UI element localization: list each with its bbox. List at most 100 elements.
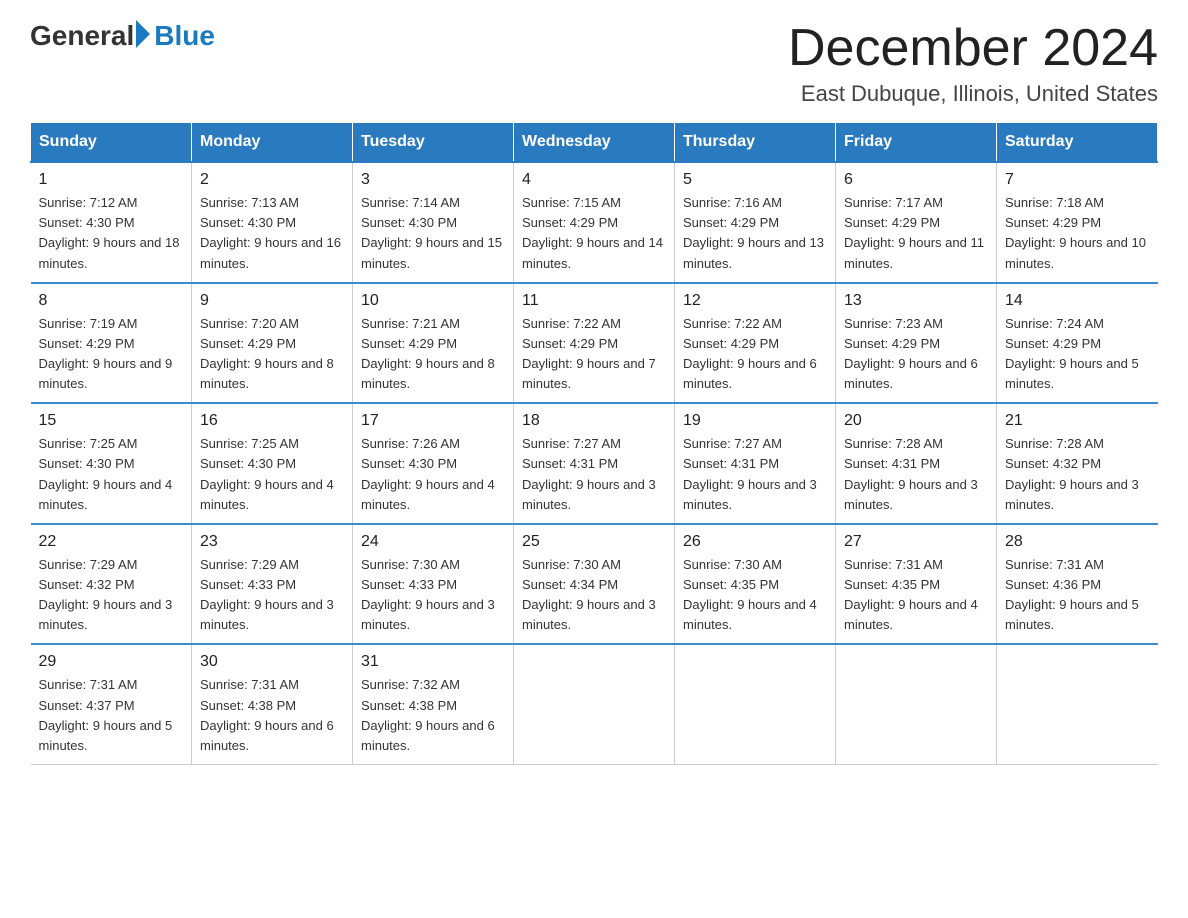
calendar-cell: 25 Sunrise: 7:30 AM Sunset: 4:34 PM Dayl… bbox=[514, 524, 675, 645]
calendar-table: Sunday Monday Tuesday Wednesday Thursday… bbox=[30, 122, 1158, 765]
sunset-label: Sunset: 4:29 PM bbox=[1005, 336, 1101, 351]
day-number: 6 bbox=[844, 171, 988, 189]
calendar-cell: 13 Sunrise: 7:23 AM Sunset: 4:29 PM Dayl… bbox=[836, 283, 997, 404]
calendar-cell: 3 Sunrise: 7:14 AM Sunset: 4:30 PM Dayli… bbox=[353, 162, 514, 283]
calendar-cell: 5 Sunrise: 7:16 AM Sunset: 4:29 PM Dayli… bbox=[675, 162, 836, 283]
sunset-label: Sunset: 4:29 PM bbox=[200, 336, 296, 351]
calendar-cell: 24 Sunrise: 7:30 AM Sunset: 4:33 PM Dayl… bbox=[353, 524, 514, 645]
calendar-cell: 27 Sunrise: 7:31 AM Sunset: 4:35 PM Dayl… bbox=[836, 524, 997, 645]
sunrise-label: Sunrise: 7:25 AM bbox=[200, 436, 299, 451]
day-number: 5 bbox=[683, 171, 827, 189]
sunrise-label: Sunrise: 7:16 AM bbox=[683, 195, 782, 210]
daylight-label: Daylight: 9 hours and 13 minutes. bbox=[683, 235, 824, 270]
sunrise-label: Sunrise: 7:31 AM bbox=[844, 557, 943, 572]
calendar-cell bbox=[997, 644, 1158, 764]
sunrise-label: Sunrise: 7:32 AM bbox=[361, 677, 460, 692]
calendar-cell: 19 Sunrise: 7:27 AM Sunset: 4:31 PM Dayl… bbox=[675, 403, 836, 524]
calendar-cell: 28 Sunrise: 7:31 AM Sunset: 4:36 PM Dayl… bbox=[997, 524, 1158, 645]
daylight-label: Daylight: 9 hours and 8 minutes. bbox=[200, 356, 334, 391]
calendar-cell: 29 Sunrise: 7:31 AM Sunset: 4:37 PM Dayl… bbox=[31, 644, 192, 764]
calendar-cell: 17 Sunrise: 7:26 AM Sunset: 4:30 PM Dayl… bbox=[353, 403, 514, 524]
day-info: Sunrise: 7:25 AM Sunset: 4:30 PM Dayligh… bbox=[200, 434, 344, 515]
sunrise-label: Sunrise: 7:19 AM bbox=[39, 316, 138, 331]
day-info: Sunrise: 7:27 AM Sunset: 4:31 PM Dayligh… bbox=[683, 434, 827, 515]
sunrise-label: Sunrise: 7:30 AM bbox=[522, 557, 621, 572]
sunset-label: Sunset: 4:30 PM bbox=[361, 215, 457, 230]
sunset-label: Sunset: 4:31 PM bbox=[522, 456, 618, 471]
calendar-cell: 6 Sunrise: 7:17 AM Sunset: 4:29 PM Dayli… bbox=[836, 162, 997, 283]
calendar-week-row: 29 Sunrise: 7:31 AM Sunset: 4:37 PM Dayl… bbox=[31, 644, 1158, 764]
day-number: 7 bbox=[1005, 171, 1150, 189]
day-number: 1 bbox=[39, 171, 184, 189]
sunrise-label: Sunrise: 7:21 AM bbox=[361, 316, 460, 331]
daylight-label: Daylight: 9 hours and 5 minutes. bbox=[39, 718, 173, 753]
daylight-label: Daylight: 9 hours and 3 minutes. bbox=[200, 597, 334, 632]
sunset-label: Sunset: 4:35 PM bbox=[683, 577, 779, 592]
calendar-cell: 14 Sunrise: 7:24 AM Sunset: 4:29 PM Dayl… bbox=[997, 283, 1158, 404]
month-title: December 2024 bbox=[788, 20, 1158, 77]
calendar-cell bbox=[836, 644, 997, 764]
weekday-header-row: Sunday Monday Tuesday Wednesday Thursday… bbox=[31, 123, 1158, 163]
sunset-label: Sunset: 4:30 PM bbox=[200, 456, 296, 471]
sunset-label: Sunset: 4:30 PM bbox=[200, 215, 296, 230]
sunrise-label: Sunrise: 7:18 AM bbox=[1005, 195, 1104, 210]
day-number: 19 bbox=[683, 412, 827, 430]
day-info: Sunrise: 7:18 AM Sunset: 4:29 PM Dayligh… bbox=[1005, 193, 1150, 274]
sunset-label: Sunset: 4:33 PM bbox=[200, 577, 296, 592]
calendar-cell: 10 Sunrise: 7:21 AM Sunset: 4:29 PM Dayl… bbox=[353, 283, 514, 404]
day-number: 9 bbox=[200, 292, 344, 310]
calendar-cell: 2 Sunrise: 7:13 AM Sunset: 4:30 PM Dayli… bbox=[192, 162, 353, 283]
header-sunday: Sunday bbox=[31, 123, 192, 163]
header-saturday: Saturday bbox=[997, 123, 1158, 163]
day-info: Sunrise: 7:28 AM Sunset: 4:31 PM Dayligh… bbox=[844, 434, 988, 515]
sunset-label: Sunset: 4:31 PM bbox=[844, 456, 940, 471]
location-title: East Dubuque, Illinois, United States bbox=[788, 81, 1158, 107]
daylight-label: Daylight: 9 hours and 3 minutes. bbox=[522, 477, 656, 512]
sunset-label: Sunset: 4:29 PM bbox=[522, 336, 618, 351]
daylight-label: Daylight: 9 hours and 4 minutes. bbox=[844, 597, 978, 632]
daylight-label: Daylight: 9 hours and 3 minutes. bbox=[522, 597, 656, 632]
sunset-label: Sunset: 4:36 PM bbox=[1005, 577, 1101, 592]
daylight-label: Daylight: 9 hours and 4 minutes. bbox=[683, 597, 817, 632]
sunrise-label: Sunrise: 7:14 AM bbox=[361, 195, 460, 210]
title-area: December 2024 East Dubuque, Illinois, Un… bbox=[788, 20, 1158, 107]
day-info: Sunrise: 7:16 AM Sunset: 4:29 PM Dayligh… bbox=[683, 193, 827, 274]
daylight-label: Daylight: 9 hours and 5 minutes. bbox=[1005, 597, 1139, 632]
sunset-label: Sunset: 4:31 PM bbox=[683, 456, 779, 471]
day-number: 14 bbox=[1005, 292, 1150, 310]
day-number: 8 bbox=[39, 292, 184, 310]
sunset-label: Sunset: 4:29 PM bbox=[683, 215, 779, 230]
day-info: Sunrise: 7:31 AM Sunset: 4:36 PM Dayligh… bbox=[1005, 555, 1150, 636]
logo-arrow-icon bbox=[136, 20, 150, 48]
sunrise-label: Sunrise: 7:17 AM bbox=[844, 195, 943, 210]
calendar-cell: 1 Sunrise: 7:12 AM Sunset: 4:30 PM Dayli… bbox=[31, 162, 192, 283]
sunrise-label: Sunrise: 7:15 AM bbox=[522, 195, 621, 210]
day-number: 15 bbox=[39, 412, 184, 430]
day-info: Sunrise: 7:31 AM Sunset: 4:35 PM Dayligh… bbox=[844, 555, 988, 636]
header-thursday: Thursday bbox=[675, 123, 836, 163]
sunset-label: Sunset: 4:35 PM bbox=[844, 577, 940, 592]
calendar-cell: 4 Sunrise: 7:15 AM Sunset: 4:29 PM Dayli… bbox=[514, 162, 675, 283]
calendar-cell bbox=[514, 644, 675, 764]
sunset-label: Sunset: 4:30 PM bbox=[39, 456, 135, 471]
logo-general-text: General bbox=[30, 20, 134, 52]
calendar-cell: 26 Sunrise: 7:30 AM Sunset: 4:35 PM Dayl… bbox=[675, 524, 836, 645]
sunrise-label: Sunrise: 7:31 AM bbox=[1005, 557, 1104, 572]
daylight-label: Daylight: 9 hours and 6 minutes. bbox=[683, 356, 817, 391]
day-info: Sunrise: 7:31 AM Sunset: 4:38 PM Dayligh… bbox=[200, 675, 344, 756]
day-info: Sunrise: 7:13 AM Sunset: 4:30 PM Dayligh… bbox=[200, 193, 344, 274]
day-number: 18 bbox=[522, 412, 666, 430]
sunrise-label: Sunrise: 7:31 AM bbox=[200, 677, 299, 692]
sunset-label: Sunset: 4:32 PM bbox=[39, 577, 135, 592]
sunset-label: Sunset: 4:29 PM bbox=[844, 215, 940, 230]
day-number: 10 bbox=[361, 292, 505, 310]
daylight-label: Daylight: 9 hours and 4 minutes. bbox=[39, 477, 173, 512]
sunset-label: Sunset: 4:29 PM bbox=[39, 336, 135, 351]
logo: General Blue bbox=[30, 20, 215, 52]
sunrise-label: Sunrise: 7:30 AM bbox=[361, 557, 460, 572]
sunrise-label: Sunrise: 7:27 AM bbox=[522, 436, 621, 451]
daylight-label: Daylight: 9 hours and 14 minutes. bbox=[522, 235, 663, 270]
sunrise-label: Sunrise: 7:26 AM bbox=[361, 436, 460, 451]
sunset-label: Sunset: 4:29 PM bbox=[361, 336, 457, 351]
calendar-cell: 18 Sunrise: 7:27 AM Sunset: 4:31 PM Dayl… bbox=[514, 403, 675, 524]
